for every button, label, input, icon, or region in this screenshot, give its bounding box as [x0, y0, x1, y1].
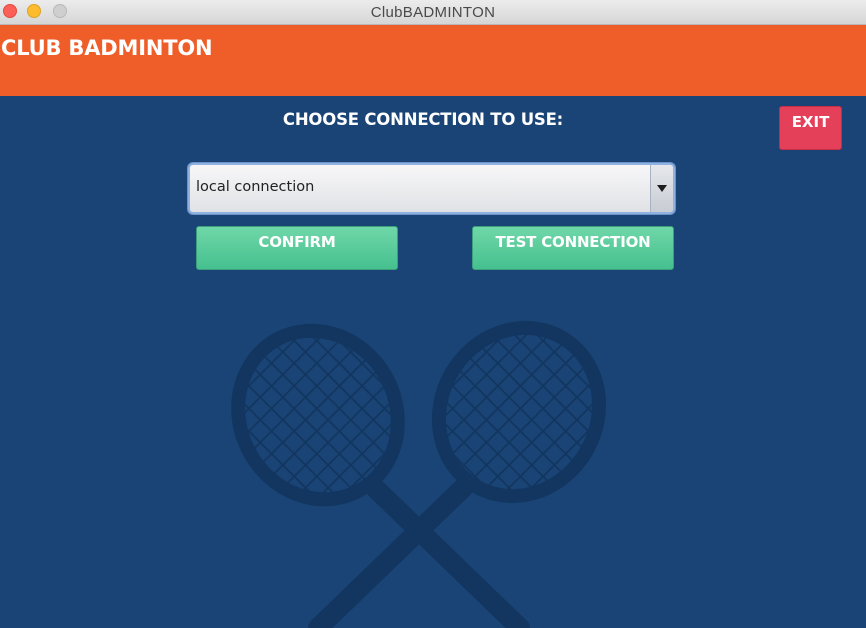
window-title: ClubBADMINTON: [370, 4, 496, 21]
exit-button[interactable]: EXIT: [779, 106, 842, 150]
confirm-button[interactable]: CONFIRM: [196, 226, 398, 270]
dropdown-arrow-button[interactable]: [650, 165, 673, 212]
test-connection-button[interactable]: TEST CONNECTION: [472, 226, 674, 270]
connection-select[interactable]: local connection: [188, 163, 675, 214]
chevron-down-icon: [657, 185, 667, 192]
app-header: CLUB BADMINTON: [0, 25, 866, 96]
window-titlebar: ClubBADMINTON: [0, 0, 866, 25]
app-title: CLUB BADMINTON: [1, 36, 213, 60]
connection-select-value: local connection: [196, 179, 315, 195]
connection-prompt: CHOOSE CONNECTION TO USE:: [282, 110, 564, 129]
